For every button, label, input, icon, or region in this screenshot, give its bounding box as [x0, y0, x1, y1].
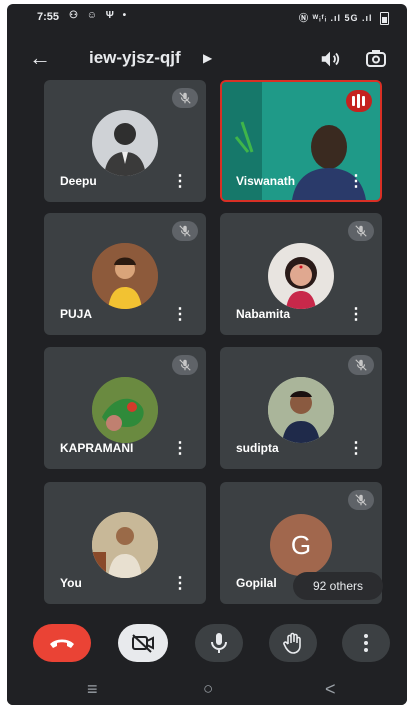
more-options-icon[interactable]: ⋮	[172, 174, 188, 190]
status-notification-icons: ⚇ ☺ Ψ •	[69, 10, 130, 21]
participant-name: Viswanath	[236, 174, 296, 188]
raise-hand-icon	[283, 632, 301, 654]
camera-toggle-button[interactable]	[118, 624, 168, 662]
switch-camera-icon[interactable]	[364, 47, 388, 71]
avatar	[92, 110, 158, 176]
microphone-icon	[211, 633, 227, 653]
muted-mic-icon	[348, 355, 374, 375]
muted-mic-icon	[172, 88, 198, 108]
more-options-icon[interactable]: ⋮	[172, 307, 188, 323]
camera-off-icon	[132, 634, 154, 653]
muted-mic-icon	[348, 221, 374, 241]
microphone-button[interactable]	[195, 624, 243, 662]
more-options-icon[interactable]: ⋮	[172, 576, 188, 592]
participant-name: Deepu	[60, 174, 97, 188]
back-arrow-icon[interactable]: ←	[29, 44, 51, 72]
participant-tile-active[interactable]: Viswanath ⋮	[220, 80, 382, 202]
status-network-icons: Ⓝ ᵂᵢᶠᵢ .ıl 5G .ıl	[299, 11, 389, 26]
battery-icon	[380, 12, 389, 26]
muted-mic-icon	[172, 221, 198, 241]
speaking-indicator-icon	[346, 90, 372, 112]
muted-mic-icon	[172, 355, 198, 375]
participant-name: KAPRAMANI	[60, 441, 134, 455]
recent-apps-icon[interactable]: ≡	[87, 679, 98, 700]
more-options-icon[interactable]: ⋮	[172, 441, 188, 457]
meeting-code[interactable]: iew-yjsz-qjf	[89, 48, 181, 68]
status-signal-text: Ⓝ ᵂᵢᶠᵢ .ıl 5G .ıl	[299, 13, 373, 23]
more-options-button[interactable]	[342, 624, 390, 662]
raise-hand-button[interactable]	[269, 624, 317, 662]
call-controls	[7, 616, 407, 674]
phone-screen: 7:55 ⚇ ☺ Ψ • Ⓝ ᵂᵢᶠᵢ .ıl 5G .ıl ← iew-yjs…	[7, 4, 407, 705]
meeting-header: ← iew-yjsz-qjf ▶	[7, 42, 407, 78]
participant-name: sudipta	[236, 441, 279, 455]
avatar	[268, 243, 334, 309]
participant-tile[interactable]: Nabamita ⋮	[220, 213, 382, 335]
speaker-icon[interactable]	[319, 48, 341, 70]
participant-tile-self[interactable]: You ⋮	[44, 482, 206, 604]
participant-tile[interactable]: KAPRAMANI ⋮	[44, 347, 206, 469]
back-nav-icon[interactable]: <	[325, 679, 336, 700]
system-nav-bar: ≡ ○ <	[7, 676, 407, 705]
meeting-info-caret-icon[interactable]: ▶	[203, 51, 212, 65]
more-options-icon[interactable]: ⋮	[348, 174, 364, 190]
participant-name: Gopilal	[236, 576, 277, 590]
initial-avatar: G	[270, 514, 332, 576]
end-call-button[interactable]	[33, 624, 91, 662]
home-icon[interactable]: ○	[203, 679, 213, 699]
participant-name: Nabamita	[236, 307, 291, 321]
participant-tile[interactable]: Deepu ⋮	[44, 80, 206, 202]
participant-tile[interactable]: PUJA ⋮	[44, 213, 206, 335]
muted-mic-icon	[348, 490, 374, 510]
avatar	[92, 377, 158, 443]
more-vert-icon	[364, 634, 368, 652]
status-time: 7:55	[37, 11, 60, 23]
status-bar: 7:55 ⚇ ☺ Ψ • Ⓝ ᵂᵢᶠᵢ .ıl 5G .ıl	[7, 4, 407, 32]
participant-name: You	[60, 576, 82, 590]
more-options-icon[interactable]: ⋮	[348, 441, 364, 457]
avatar	[268, 377, 334, 443]
participant-name: PUJA	[60, 307, 93, 321]
phone-hangup-icon	[50, 639, 74, 648]
others-count-badge[interactable]: 92 others	[293, 572, 383, 600]
participant-tile[interactable]: sudipta ⋮	[220, 347, 382, 469]
avatar	[92, 243, 158, 309]
avatar	[92, 512, 158, 578]
more-options-icon[interactable]: ⋮	[348, 307, 364, 323]
